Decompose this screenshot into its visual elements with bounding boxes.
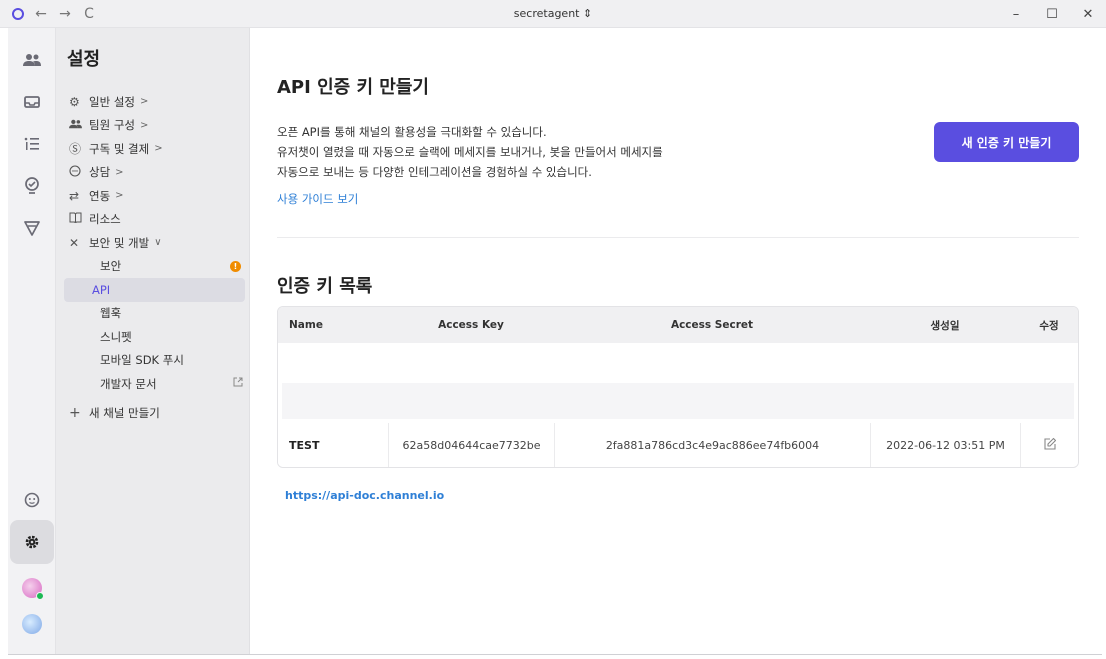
reload-icon[interactable]: C	[82, 6, 96, 22]
marketing-icon[interactable]	[8, 168, 56, 204]
sidebar-item-label: 모바일 SDK 푸시	[100, 353, 184, 368]
sidebar-item-label: 보안 및 개발	[89, 235, 150, 250]
channel-avatar-1[interactable]	[8, 570, 56, 606]
sidebar-item-consultation[interactable]: 상담 >	[56, 161, 250, 185]
inbox-icon[interactable]	[8, 84, 56, 120]
description-line: 자동으로 보내는 등 다양한 인테그레이션을 경험하실 수 있습니다.	[277, 165, 592, 179]
window-titlebar: ← → C secretagent ⇕ – ☐ ✕	[0, 0, 1106, 28]
sidebar-item-label: 연동	[89, 188, 111, 203]
chevron-right-icon: >	[115, 166, 124, 178]
avatar	[22, 578, 44, 600]
auth-key-table: Name Access Key Access Secret 생성일 수정 TES…	[277, 306, 1079, 468]
app-logo-icon	[12, 7, 24, 20]
new-channel-label: 새 채널 만들기	[89, 405, 160, 420]
table-placeholder	[282, 383, 1074, 419]
status-icon[interactable]	[8, 482, 56, 518]
sidebar-subitem-api[interactable]: API	[64, 278, 245, 302]
access-secret-cell: 2fa881a786cd3c4e9ac886ee74fb6004	[554, 423, 870, 467]
book-icon	[69, 212, 89, 226]
table-empty-area	[278, 343, 1078, 423]
sidebar-item-security-dev[interactable]: ✕ 보안 및 개발 ∨	[56, 231, 250, 255]
sidebar-item-team[interactable]: 팀원 구성 >	[56, 114, 250, 138]
sidebar-subitem-webhook[interactable]: 웹훅	[64, 302, 245, 326]
chat-icon	[69, 165, 89, 180]
description-line: 오픈 API를 통해 채널의 활용성을 극대화할 수 있습니다.	[277, 125, 547, 139]
access-key-cell: 62a58d04644cae7732be	[388, 423, 554, 467]
sidebar-item-integration[interactable]: ⇄ 연동 >	[56, 184, 250, 208]
page-title: API 인증 키 만들기	[277, 77, 429, 98]
settings-icon[interactable]	[10, 520, 54, 564]
section-divider	[277, 237, 1079, 238]
column-header-name: Name	[289, 319, 323, 331]
minimize-button[interactable]: –	[998, 0, 1034, 28]
sidebar-item-label: 웹훅	[100, 306, 122, 321]
key-name-cell: TEST	[289, 439, 320, 452]
column-header-created: 생성일	[930, 319, 960, 332]
settings-sidebar: 설정 ⚙ 일반 설정 > 팀원 구성 > Ⓢ 구독 및 결제 > 상담 > ⇄	[56, 28, 250, 654]
create-auth-key-button[interactable]: 새 인증 키 만들기	[934, 122, 1079, 162]
maximize-button[interactable]: ☐	[1034, 0, 1070, 28]
billing-icon: Ⓢ	[69, 142, 82, 157]
back-icon[interactable]: ←	[34, 6, 48, 22]
workspace-switcher[interactable]: secretagent ⇕	[514, 7, 592, 20]
new-channel-button[interactable]: + 새 채널 만들기	[56, 400, 250, 426]
key-list-title: 인증 키 목록	[277, 276, 373, 297]
tools-icon: ✕	[69, 235, 80, 250]
channel-avatar-2[interactable]	[8, 606, 56, 642]
table-header: Name Access Key Access Secret 생성일 수정	[278, 307, 1078, 343]
usage-guide-link[interactable]: 사용 가이드 보기	[277, 191, 358, 207]
created-date-cell: 2022-06-12 03:51 PM	[870, 423, 1020, 467]
forward-icon[interactable]: →	[58, 6, 72, 22]
external-link-icon	[233, 377, 243, 390]
edit-cell	[1020, 423, 1078, 467]
column-header-access-secret: Access Secret	[670, 319, 754, 331]
main-content: API 인증 키 만들기 오픈 API를 통해 채널의 활용성을 극대화할 수 …	[251, 28, 1106, 654]
sidebar-item-label: 일반 설정	[89, 94, 135, 109]
sidebar-item-label: 팀원 구성	[89, 118, 135, 133]
edit-icon[interactable]	[1043, 437, 1057, 455]
table-row[interactable]: TEST 62a58d04644cae7732be 2fa881a786cd3c…	[278, 423, 1078, 467]
column-header-access-key: Access Key	[438, 319, 504, 331]
sidebar-item-label: 구독 및 결제	[89, 141, 150, 156]
sidebar-title: 설정	[67, 49, 101, 70]
chevron-right-icon: >	[154, 143, 163, 155]
titlebar-left: ← → C	[0, 6, 200, 22]
sidebar-subitem-snippet[interactable]: 스니펫	[64, 325, 245, 349]
warning-badge-icon: !	[230, 260, 241, 272]
sidebar-item-label: 개발자 문서	[100, 376, 157, 391]
column-header-edit: 수정	[1039, 319, 1059, 332]
sidebar-item-label: 리소스	[89, 212, 121, 227]
avatar	[22, 614, 42, 634]
window-controls: – ☐ ✕	[998, 0, 1106, 28]
chevron-right-icon: >	[115, 190, 124, 202]
list-icon[interactable]	[8, 126, 56, 162]
page-description: 오픈 API를 통해 채널의 활용성을 극대화할 수 있습니다. 유저챗이 열렸…	[277, 122, 777, 182]
sidebar-item-subscription[interactable]: Ⓢ 구독 및 결제 >	[56, 137, 250, 161]
sidebar-subitem-security[interactable]: 보안 !	[64, 255, 245, 279]
online-status-icon	[36, 592, 44, 600]
chevron-down-icon: ∨	[154, 237, 162, 249]
api-doc-link[interactable]: https://api-doc.channel.io	[285, 489, 444, 502]
chevron-right-icon: >	[139, 96, 149, 108]
team-icon	[69, 118, 89, 132]
description-line: 유저챗이 열렸을 때 자동으로 슬랙에 메세지를 보내거나, 봇을 만들어서 메…	[277, 145, 663, 159]
sidebar-item-label: 스니펫	[100, 329, 132, 344]
sidebar-subitem-developer-docs[interactable]: 개발자 문서	[64, 372, 245, 396]
plus-icon: +	[69, 404, 81, 421]
sidebar-item-label: 보안	[100, 259, 122, 274]
sidebar-item-resources[interactable]: 리소스	[56, 208, 250, 232]
settings-nav: ⚙ 일반 설정 > 팀원 구성 > Ⓢ 구독 및 결제 > 상담 > ⇄ 연동 …	[56, 90, 250, 426]
close-button[interactable]: ✕	[1070, 0, 1106, 28]
sidebar-subitem-mobile-sdk-push[interactable]: 모바일 SDK 푸시	[64, 349, 245, 373]
swap-icon: ⇄	[69, 188, 80, 203]
chevron-right-icon: >	[139, 119, 149, 131]
sidebar-item-general[interactable]: ⚙ 일반 설정 >	[56, 90, 250, 114]
icon-rail	[8, 28, 56, 654]
window-bottom-border	[8, 654, 1102, 655]
team-icon[interactable]	[8, 42, 56, 78]
gear-icon: ⚙	[69, 94, 80, 109]
sidebar-item-label: 상담	[89, 165, 111, 180]
send-icon[interactable]	[8, 210, 56, 246]
sidebar-item-label: API	[92, 282, 111, 297]
